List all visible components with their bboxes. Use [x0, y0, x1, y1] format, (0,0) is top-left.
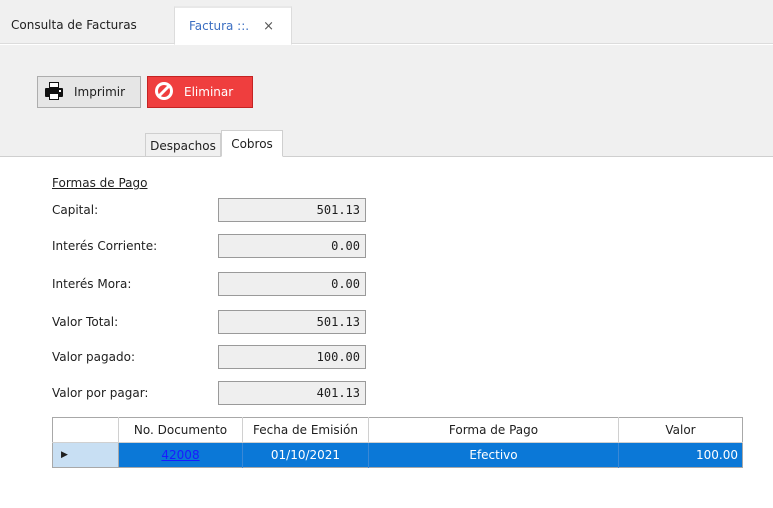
tab-factura[interactable]: Factura ::. ×: [174, 6, 292, 45]
valor-pagado-field[interactable]: 100.00: [218, 345, 366, 369]
valor-pagado-label: Valor pagado:: [52, 350, 135, 364]
tab-label: Factura ::.: [189, 19, 250, 33]
tab-label: Despachos: [150, 138, 216, 153]
payments-grid: No. Documento Fecha de Emisión Forma de …: [52, 417, 743, 468]
tab-despachos[interactable]: Despachos: [145, 133, 221, 157]
column-header-fecha[interactable]: Fecha de Emisión: [242, 417, 369, 443]
interes-mora-label: Interés Mora:: [52, 277, 132, 291]
interes-corriente-field[interactable]: 0.00: [218, 234, 366, 258]
column-header-valor[interactable]: Valor: [618, 417, 743, 443]
print-button-label: Imprimir: [74, 85, 126, 99]
print-button[interactable]: Imprimir: [37, 76, 141, 108]
table-row[interactable]: ▶ 42008 01/10/2021 Efectivo 100.00: [52, 442, 743, 468]
valor-por-pagar-field[interactable]: 401.13: [218, 381, 366, 405]
group-title: Formas de Pago: [52, 176, 148, 190]
valor-total-label: Valor Total:: [52, 315, 119, 329]
valor-total-field[interactable]: 501.13: [218, 310, 366, 334]
interes-mora-field[interactable]: 0.00: [218, 272, 366, 296]
printer-icon: [43, 80, 65, 105]
interes-corriente-label: Interés Corriente:: [52, 239, 158, 253]
delete-button[interactable]: Eliminar: [147, 76, 253, 108]
documento-link[interactable]: 42008: [161, 448, 199, 462]
column-header-documento[interactable]: No. Documento: [118, 417, 243, 443]
capital-field[interactable]: 501.13: [218, 198, 366, 222]
close-icon[interactable]: ×: [263, 19, 274, 34]
grid-header-row: No. Documento Fecha de Emisión Forma de …: [52, 417, 743, 443]
cell-documento[interactable]: 42008: [118, 442, 243, 468]
tab-cobros[interactable]: Cobros: [221, 130, 283, 157]
row-indicator-icon[interactable]: ▶: [52, 442, 119, 468]
tab-label: Cobros: [231, 136, 273, 151]
tab-label: Consulta de Facturas: [11, 18, 137, 32]
tab-consulta-de-facturas[interactable]: Consulta de Facturas: [0, 6, 172, 44]
delete-button-label: Eliminar: [184, 85, 234, 99]
document-tab-bar: Consulta de Facturas Factura ::. ×: [0, 0, 773, 45]
valor-por-pagar-label: Valor por pagar:: [52, 386, 149, 400]
row-indicator-header: [52, 417, 119, 443]
capital-label: Capital:: [52, 203, 99, 217]
column-header-forma-pago[interactable]: Forma de Pago: [368, 417, 619, 443]
cell-forma-pago[interactable]: Efectivo: [368, 442, 619, 468]
cell-fecha[interactable]: 01/10/2021: [242, 442, 369, 468]
prohibited-icon: [153, 80, 175, 105]
cell-valor[interactable]: 100.00: [618, 442, 743, 468]
